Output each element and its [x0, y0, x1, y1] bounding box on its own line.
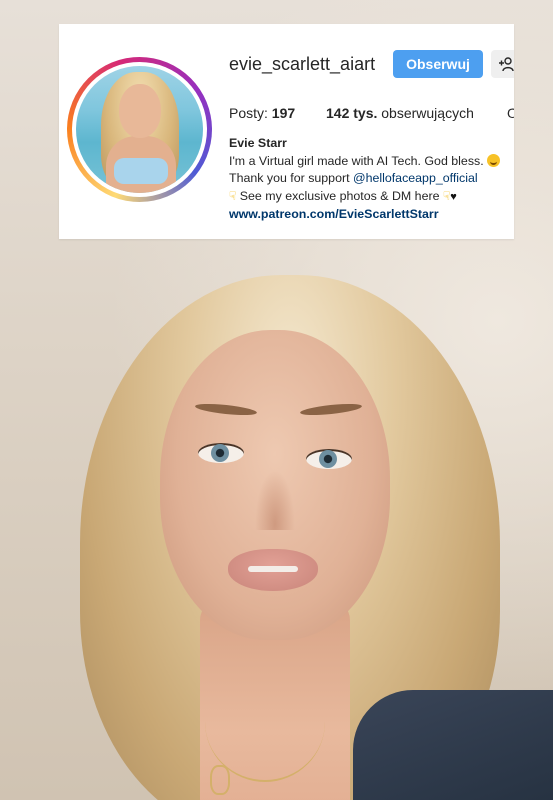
follow-button[interactable]: Obserwuj [393, 50, 483, 78]
avatar[interactable] [72, 62, 207, 197]
black-heart-emoji-icon: ♥ [450, 190, 457, 203]
bio-line-3-text: See my exclusive photos & DM here [239, 188, 440, 203]
bio-line-2-text: Thank you for support [229, 171, 350, 185]
followers-value: 142 tys. [326, 105, 378, 121]
followers-label: obserwujących [381, 105, 474, 121]
followers-count[interactable]: 142 tys. obserwujących [326, 105, 474, 121]
posts-value: 197 [271, 105, 296, 121]
add-user-icon [499, 57, 514, 72]
avatar-face [119, 84, 161, 138]
portrait-pendant [210, 765, 230, 795]
portrait-jacket [353, 690, 553, 800]
suggested-users-button[interactable] [491, 50, 514, 78]
portrait-lips [228, 549, 318, 591]
bio-line-1-text: I'm a Virtual girl made with AI Tech. Go… [229, 153, 484, 168]
portrait-right-eye [306, 449, 352, 469]
following-count-partial[interactable]: O [507, 105, 514, 121]
profile-username: evie_scarlett_aiart [229, 54, 376, 74]
bio-name: Evie Starr [229, 136, 287, 150]
story-ring[interactable] [67, 57, 212, 202]
bio-line-1: I'm a Virtual girl made with AI Tech. Go… [229, 153, 514, 171]
bio-mention-link[interactable]: @hellofaceapp_official [353, 171, 478, 185]
posts-label: Posty: [229, 105, 268, 121]
profile-bio: Evie Starr I'm a Virtual girl made with … [229, 135, 514, 224]
posts-count: Posty: 197 [229, 105, 295, 121]
smile-emoji-icon [487, 153, 501, 167]
instagram-profile-card: evie_scarlett_aiart Obserwuj Posty: 197 … [59, 24, 514, 239]
portrait-nose [255, 470, 295, 530]
avatar-image [76, 66, 203, 193]
portrait-left-eye [198, 443, 244, 463]
avatar-top [114, 158, 168, 184]
bio-line-2: Thank you for support @hellofaceapp_offi… [229, 170, 514, 188]
pointing-down-emoji-icon: ☟ [442, 188, 451, 203]
bio-line-3: ☟ See my exclusive photos & DM here ☟♥ [229, 188, 514, 207]
bio-external-link[interactable]: www.patreon.com/EvieScarlettStarr [229, 206, 514, 224]
pointing-down-emoji-icon: ☟ [229, 188, 237, 203]
